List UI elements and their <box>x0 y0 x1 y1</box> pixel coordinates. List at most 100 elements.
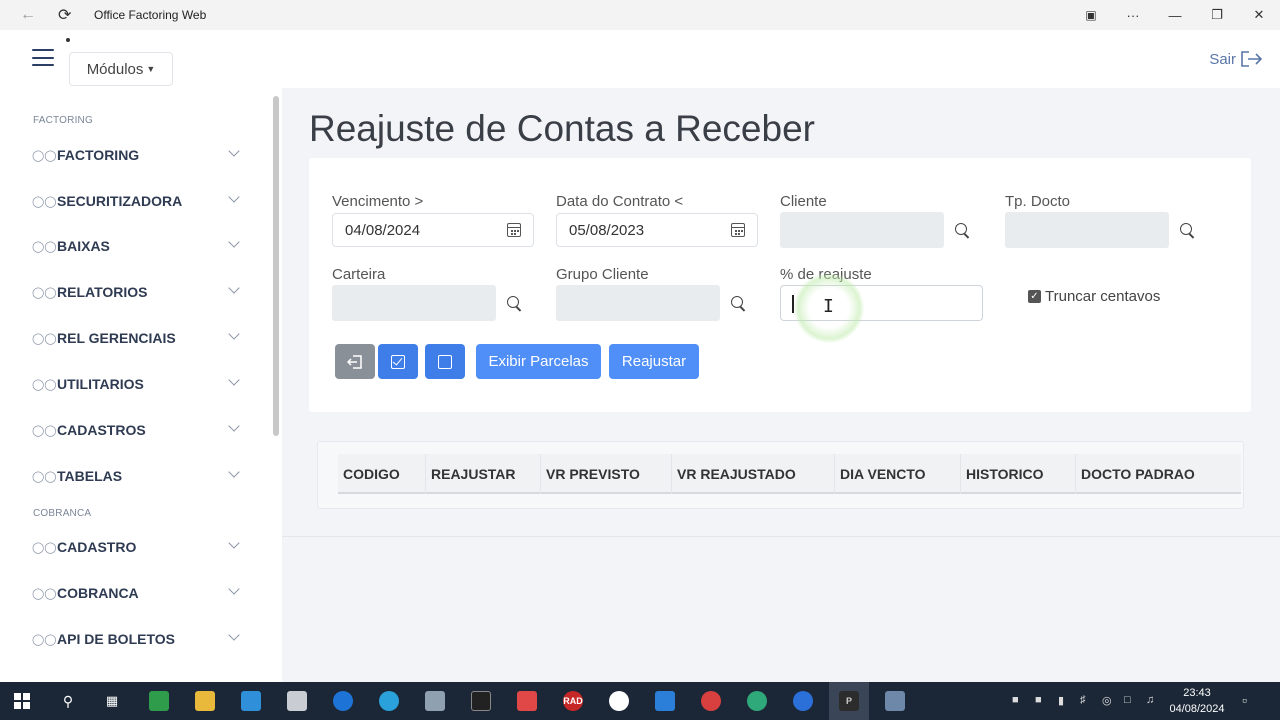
task-view-icon[interactable]: ▦ <box>102 691 122 711</box>
hamburger-menu-icon[interactable] <box>32 49 54 66</box>
microphone-icon[interactable]: ◎ <box>1102 694 1112 707</box>
cliente-search-icon[interactable] <box>955 223 969 237</box>
users-icon: ◯◯ <box>32 195 57 208</box>
reajuste-percent-input[interactable] <box>780 285 983 321</box>
clock-time: 23:43 <box>1183 687 1211 699</box>
window-title: Office Factoring Web <box>94 8 207 22</box>
firefox-icon[interactable] <box>793 691 813 711</box>
users-icon: ◯◯ <box>32 424 57 437</box>
carteira-label: Carteira <box>332 266 386 283</box>
sidebar-item-relatorios[interactable]: ◯◯ RELATORIOS <box>28 278 246 306</box>
cliente-label: Cliente <box>780 193 827 210</box>
spreadsheet-app-icon[interactable] <box>149 691 169 711</box>
telegram-icon[interactable] <box>379 691 399 711</box>
checkbox-checked-icon[interactable]: ✓ <box>1028 290 1041 303</box>
column-header-dia-vencto[interactable]: DIA VENCTO <box>835 454 961 494</box>
check-square-icon <box>391 354 405 369</box>
vencimento-value: 04/08/2024 <box>345 221 421 239</box>
tray-icon[interactable]: ■ <box>1012 694 1019 706</box>
sidebar-item-api-de-boletos[interactable]: ◯◯ API DE BOLETOS <box>28 625 246 653</box>
users-icon: ◯◯ <box>32 633 57 646</box>
more-icon[interactable]: ··· <box>1112 0 1154 30</box>
sidebar-item-cadastro[interactable]: ◯◯ CADASTRO <box>28 533 246 561</box>
calendar-icon[interactable] <box>731 223 745 237</box>
app-icon[interactable] <box>517 691 537 711</box>
column-header-docto-padrao[interactable]: DOCTO PADRAO <box>1076 454 1241 494</box>
sidebar-item-label: RELATORIOS <box>57 284 148 300</box>
tray-icon[interactable]: ▮ <box>1058 694 1064 707</box>
sidebar-item-cobranca[interactable]: ◯◯ COBRANCA <box>28 579 246 607</box>
carteira-field[interactable] <box>332 285 496 321</box>
column-header-vr-reajustado[interactable]: VR REAJUSTADO <box>672 454 835 494</box>
tp-docto-search-icon[interactable] <box>1180 223 1194 237</box>
terminal-icon[interactable] <box>471 691 491 711</box>
deselect-all-button[interactable] <box>425 344 465 379</box>
sidebar-scrollbar[interactable] <box>273 96 279 436</box>
truncar-centavos-checkbox[interactable]: ✓ Truncar centavos <box>1028 288 1160 305</box>
rad-studio-icon[interactable]: RAD <box>563 691 583 711</box>
folder-icon[interactable] <box>195 691 215 711</box>
page-title: Reajuste de Contas a Receber <box>309 108 815 149</box>
app-icon[interactable] <box>425 691 445 711</box>
close-icon[interactable]: ✕ <box>1238 0 1280 30</box>
exit-arrow-icon <box>347 354 362 369</box>
grupo-cliente-field[interactable] <box>556 285 720 321</box>
tray-icon[interactable]: ■ <box>1035 694 1042 706</box>
app-icon[interactable] <box>609 691 629 711</box>
search-icon[interactable]: ⚲ <box>58 691 78 711</box>
sidebar-item-securitizadora[interactable]: ◯◯ SECURITIZADORA <box>28 187 246 215</box>
sidebar-item-baixas[interactable]: ◯◯ BAIXAS <box>28 232 246 260</box>
modules-dropdown[interactable]: Módulos ▼ <box>69 52 173 86</box>
column-header-reajustar[interactable]: REAJUSTAR <box>426 454 541 494</box>
system-clock[interactable]: 23:43 04/08/2024 <box>1168 685 1226 717</box>
cliente-field[interactable] <box>780 212 944 248</box>
app-icon[interactable] <box>885 691 905 711</box>
sidebar-item-rel-gerenciais[interactable]: ◯◯ REL GERENCIAIS <box>28 324 246 352</box>
sidebar-item-label: UTILITARIOS <box>57 376 144 392</box>
chevron-down-icon <box>228 282 240 294</box>
notifications-icon[interactable]: ▫ <box>1242 692 1247 708</box>
app-icon[interactable] <box>333 691 353 711</box>
sidebar-section-caption: COBRANCA <box>33 508 92 519</box>
tp-docto-field[interactable] <box>1005 212 1169 248</box>
app-icon[interactable]: P <box>839 691 859 711</box>
network-icon[interactable]: □ <box>1124 694 1131 706</box>
sidebar-item-label: API DE BOLETOS <box>57 631 175 647</box>
volume-icon[interactable]: ♫ <box>1146 694 1154 706</box>
sidebar-item-cadastros[interactable]: ◯◯ CADASTROS <box>28 416 246 444</box>
arrow-left-icon[interactable]: ← <box>20 6 36 24</box>
reajustar-button[interactable]: Reajustar <box>609 344 699 379</box>
vencimento-label: Vencimento > <box>332 193 424 210</box>
vscode-icon[interactable] <box>655 691 675 711</box>
minimize-icon[interactable]: — <box>1154 0 1196 30</box>
chevron-down-icon <box>228 191 240 203</box>
data-contrato-date-field[interactable]: 05/08/2023 <box>556 213 758 247</box>
app-icon[interactable] <box>701 691 721 711</box>
app-icon[interactable] <box>241 691 261 711</box>
carteira-search-icon[interactable] <box>507 296 521 310</box>
exibir-parcelas-button[interactable]: Exibir Parcelas <box>476 344 601 379</box>
app-icon[interactable]: ▣ <box>1070 0 1112 30</box>
column-header-vr-previsto[interactable]: VR PREVISTO <box>541 454 672 494</box>
vencimento-date-field[interactable]: 04/08/2024 <box>332 213 534 247</box>
windows-start-icon[interactable] <box>14 693 30 709</box>
sidebar-item-utilitarios[interactable]: ◯◯ UTILITARIOS <box>28 370 246 398</box>
column-header-codigo[interactable]: CODIGO <box>338 454 426 494</box>
refresh-icon[interactable]: ⟳ <box>58 5 71 25</box>
chevron-down-icon <box>228 420 240 432</box>
column-header-historico[interactable]: HISTORICO <box>961 454 1076 494</box>
edge-icon[interactable] <box>747 691 767 711</box>
grupo-cliente-search-icon[interactable] <box>731 296 745 310</box>
chevron-down-icon <box>228 328 240 340</box>
sidebar-item-tabelas[interactable]: ◯◯ TABELAS <box>28 462 246 490</box>
bluetooth-icon[interactable]: ♯ <box>1080 694 1086 706</box>
select-all-button[interactable] <box>378 344 418 379</box>
calendar-icon[interactable] <box>507 223 521 237</box>
logout-button[interactable]: Sair <box>1209 50 1264 68</box>
sidebar-item-factoring[interactable]: ◯◯ FACTORING <box>28 141 246 169</box>
back-button[interactable] <box>335 344 375 379</box>
maximize-icon[interactable]: ❐ <box>1196 0 1238 30</box>
table-header: CODIGO REAJUSTAR VR PREVISTO VR REAJUSTA… <box>338 454 1241 494</box>
app-icon[interactable] <box>287 691 307 711</box>
users-icon: ◯◯ <box>32 587 57 600</box>
